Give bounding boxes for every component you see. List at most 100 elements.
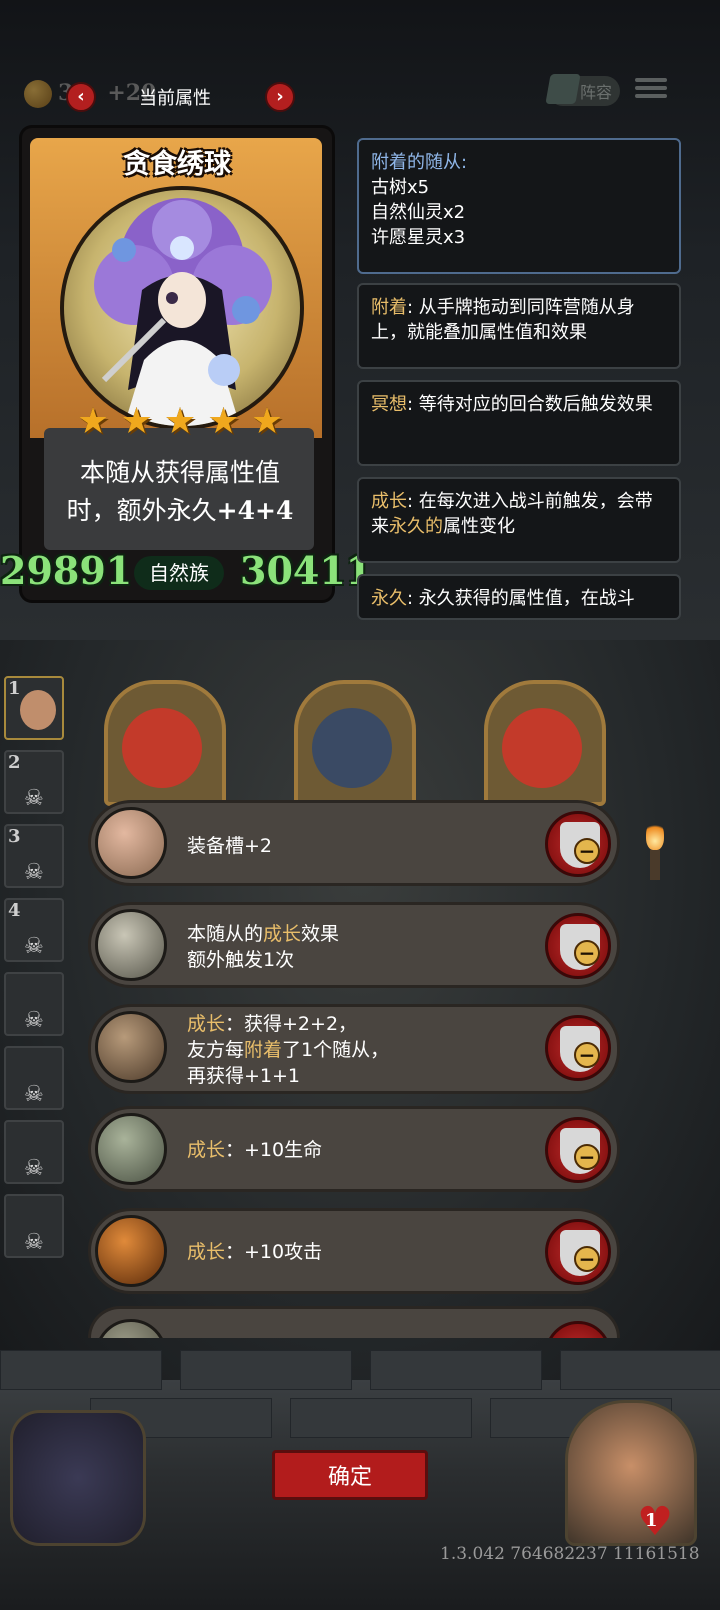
bride-hydrangea-illustration <box>94 198 272 426</box>
effect-row: 装备槽+2 − <box>88 800 620 886</box>
keyword-attach: 附着 <box>371 297 407 318</box>
floor-tile <box>560 1350 720 1390</box>
lineup-label: 阵容 <box>579 83 612 102</box>
effect-text: 装备槽+2 <box>187 835 273 857</box>
card-description-line1: 本随从获得属性值 <box>79 458 280 487</box>
menu-button[interactable] <box>635 74 667 104</box>
menu-icon-bar <box>635 78 667 82</box>
star-icon: ★ <box>163 401 197 442</box>
elf-minion-icon <box>312 708 392 788</box>
hero-power-icon[interactable] <box>10 1410 146 1546</box>
chevron-left-icon: ‹ <box>77 86 85 107</box>
effect-text: 成长：+10生命 <box>187 1139 323 1161</box>
minus-icon: − <box>574 838 600 864</box>
remove-effect-button[interactable]: − <box>545 1219 611 1285</box>
effect-row: 成长：获得+2+2， 友方每附着了1个随从， 再获得+1+1 − <box>88 1004 620 1094</box>
keyword-permanent: 永久 <box>371 588 407 609</box>
keyword-permanent-text: : 永久获得的属性值，在战斗 <box>407 588 635 609</box>
health-value: 30411 <box>240 548 373 593</box>
minus-icon: − <box>574 940 600 966</box>
menu-icon-bar <box>635 94 667 98</box>
floor-tile <box>0 1350 162 1390</box>
effect-text: 本随从的成长效果 额外触发1次 <box>187 923 340 971</box>
star-icon: ★ <box>250 401 284 442</box>
confirm-button[interactable]: 确定 <box>272 1450 428 1500</box>
board-minion[interactable] <box>104 680 226 806</box>
remove-effect-button[interactable]: − <box>545 1117 611 1183</box>
attack-value: 29891 <box>0 548 133 593</box>
keyword-attach-text: : 从手牌拖动到同阵营随从身上，就能叠加属性值和效果 <box>371 297 635 343</box>
team-slot-number: 1 <box>8 678 21 699</box>
team-slot[interactable]: 3 ☠ <box>4 824 64 888</box>
floor-tile <box>370 1350 542 1390</box>
version-text: 1.3.042 764682237 11161518 <box>440 1544 700 1564</box>
keyword-growth: 成长 <box>371 491 407 512</box>
current-attributes-label: 当前属性 <box>139 88 211 109</box>
attached-item: 许愿星灵x3 <box>371 227 466 248</box>
minion-avatar <box>20 690 56 730</box>
keyword-meditate-panel: 冥想: 等待对应的回合数后触发效果 <box>357 380 681 466</box>
keyword-attach-panel: 附着: 从手牌拖动到同阵营随从身上，就能叠加属性值和效果 <box>357 283 681 369</box>
torch-decoration <box>640 820 670 880</box>
skull-icon: ☠ <box>24 1156 44 1181</box>
team-slot-number: 3 <box>8 826 21 847</box>
minus-icon: − <box>574 1144 600 1170</box>
team-slot-number: 4 <box>8 900 21 921</box>
skull-icon: ☠ <box>24 1008 44 1033</box>
remove-effect-button[interactable]: − <box>545 913 611 979</box>
card-description: 本随从获得属性值 时，额外永久+4+4 <box>50 454 310 530</box>
team-slot[interactable]: 4 ☠ <box>4 898 64 962</box>
skull-icon: ☠ <box>24 934 44 959</box>
keyword-growth-text-after: 属性变化 <box>443 516 515 537</box>
prev-arrow-button[interactable]: ‹ <box>66 82 96 112</box>
flaming-axe-icon <box>95 1215 167 1287</box>
stopwatch-gauntlet-icon <box>95 909 167 981</box>
hero-portrait[interactable] <box>565 1400 697 1546</box>
floor-tile <box>180 1350 352 1390</box>
remove-effect-button[interactable]: − <box>545 811 611 877</box>
keyword-meditate: 冥想 <box>371 394 407 415</box>
effect-row: 本随从的成长效果 额外触发1次 − <box>88 902 620 988</box>
skull-icon: ☠ <box>24 1082 44 1107</box>
team-slot[interactable]: 2 ☠ <box>4 750 64 814</box>
minus-icon: − <box>574 1246 600 1272</box>
claw-gadget-icon <box>95 1011 167 1083</box>
pig-armor-icon <box>95 807 167 879</box>
skull-icon: ☠ <box>24 860 44 885</box>
floor-tile <box>290 1398 472 1438</box>
board-minion[interactable] <box>294 680 416 806</box>
tomato-minion-icon <box>502 708 582 788</box>
hero-health: 1 <box>645 1510 658 1531</box>
tombstone-icon <box>95 1113 167 1185</box>
star-icon: ★ <box>207 401 240 442</box>
remove-effect-button[interactable]: − <box>545 1015 611 1081</box>
menu-icon-bar <box>635 86 667 90</box>
team-slot[interactable]: ☠ <box>4 1194 64 1258</box>
remove-effect-button[interactable] <box>545 1321 611 1338</box>
card-name: 贪食绣球 <box>123 149 231 180</box>
star-icon: ★ <box>120 401 153 442</box>
attached-item: 自然仙灵x2 <box>371 202 466 223</box>
tomato-minion-icon <box>122 708 202 788</box>
attached-item: 古树x5 <box>371 177 430 198</box>
star-icon: ★ <box>76 401 110 442</box>
team-slot[interactable]: ☠ <box>4 1046 64 1110</box>
keyword-permanent-panel: 永久: 永久获得的属性值，在战斗 <box>357 574 681 620</box>
keyword-growth-highlight: 永久的 <box>389 516 443 537</box>
chevron-right-icon: › <box>276 86 284 107</box>
attached-minions-panel: 附着的随从: 古树x5 自然仙灵x2 许愿星灵x3 <box>357 138 681 274</box>
star-rating: ★ ★ ★ ★ ★ <box>75 404 285 440</box>
team-slot[interactable]: ☠ <box>4 1120 64 1184</box>
next-arrow-button[interactable]: › <box>265 82 295 112</box>
team-slot[interactable]: ☠ <box>4 972 64 1036</box>
team-slot[interactable]: 1 <box>4 676 64 740</box>
lineup-icon <box>545 74 581 104</box>
card-portrait <box>60 186 304 430</box>
keyword-meditate-text: : 等待对应的回合数后触发效果 <box>407 394 653 415</box>
effect-row-partial <box>88 1306 620 1338</box>
skull-icon: ☠ <box>24 1230 44 1255</box>
minus-icon: − <box>574 1042 600 1068</box>
effect-text: 成长：获得+2+2， 友方每附着了1个随从， 再获得+1+1 <box>187 1013 390 1087</box>
board-minion[interactable] <box>484 680 606 806</box>
skull-icon: ☠ <box>24 786 44 811</box>
